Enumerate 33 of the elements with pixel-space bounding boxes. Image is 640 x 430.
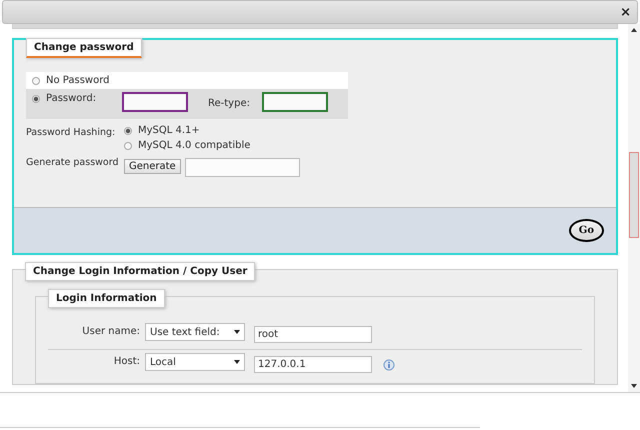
scrollbar[interactable] <box>628 24 640 392</box>
section-legend: Login Information <box>48 289 165 308</box>
scrollbar-thumb[interactable] <box>629 152 639 238</box>
option-label: MySQL 4.1+ <box>138 125 200 136</box>
dropdown[interactable]: Local <box>145 353 245 371</box>
password-field[interactable] <box>122 92 188 112</box>
generated-password-field[interactable] <box>184 158 300 177</box>
generate-label: Generate password <box>26 157 120 168</box>
radio-button[interactable] <box>124 142 132 150</box>
retype-label: Re-type: <box>208 98 250 109</box>
go-button[interactable]: Go <box>568 219 604 242</box>
radio-button[interactable] <box>32 95 40 103</box>
input-field[interactable]: root <box>254 326 372 343</box>
section-legend: Change Login Information / Copy User <box>25 262 256 281</box>
dropdown[interactable]: Use text field: <box>145 323 245 341</box>
close-button[interactable]: × <box>614 4 637 20</box>
caret-icon <box>234 330 240 334</box>
option-label: Password: <box>46 93 98 104</box>
scroll-down-icon[interactable] <box>631 384 637 388</box>
hashing-label: Password Hashing: <box>26 127 116 140</box>
field-label: User name: <box>81 326 140 337</box>
input-field[interactable]: 127.0.0.1 <box>254 356 372 373</box>
info-icon[interactable] <box>383 359 395 371</box>
section-legend: Change password <box>26 38 142 58</box>
radio-button[interactable] <box>124 126 132 134</box>
caret-icon <box>234 360 240 364</box>
option-label: No Password <box>46 75 110 86</box>
radio-button[interactable] <box>32 76 40 84</box>
field-label: Host: <box>112 356 140 367</box>
generate-button[interactable]: Generate <box>124 159 181 174</box>
scroll-up-icon[interactable] <box>631 28 637 32</box>
retype-password-field[interactable] <box>262 92 328 112</box>
option-label: MySQL 4.0 compatible <box>138 140 250 151</box>
